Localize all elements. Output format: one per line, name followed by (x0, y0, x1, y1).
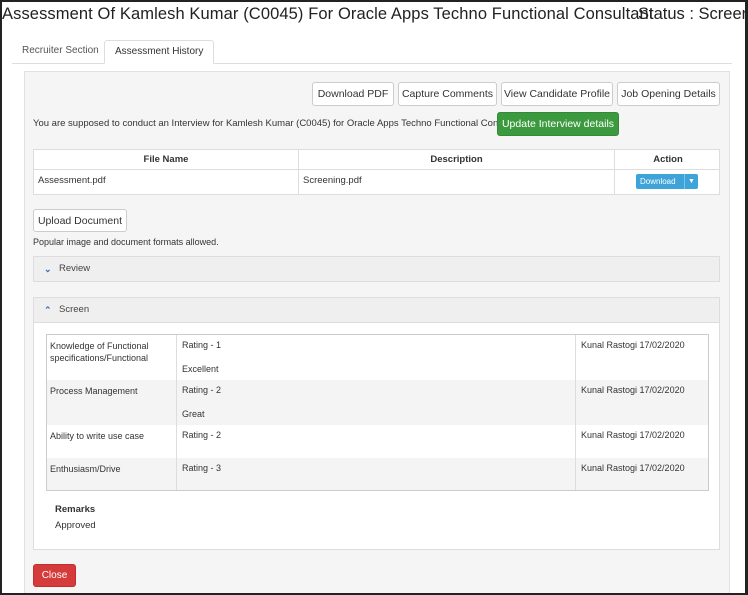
table-row: Ability to write use case Rating - 2 Kun… (47, 425, 708, 458)
rating-comment: Great (182, 409, 205, 419)
update-interview-details-button[interactable]: Update Interview details (497, 112, 619, 136)
reviewer-cell: Kunal Rastogi 17/02/2020 (576, 335, 710, 380)
review-section-label: Review (59, 263, 91, 274)
interview-info-text: You are supposed to conduct an Interview… (33, 118, 529, 129)
upload-format-note: Popular image and document formats allow… (33, 237, 219, 247)
table-row: Enthusiasm/Drive Rating - 3 Kunal Rastog… (47, 458, 708, 490)
rating-table: Knowledge of Functional specifications/F… (46, 334, 709, 491)
table-row: Process Management Rating - 2 Great Kuna… (47, 380, 708, 425)
assessment-panel: Download PDF Capture Comments View Candi… (24, 71, 730, 593)
rating-cell: Rating - 3 (177, 458, 576, 490)
file-table: File Name Description Action Assessment.… (33, 149, 720, 195)
upload-document-button[interactable]: Upload Document (33, 209, 127, 232)
caret-down-icon[interactable]: ▼ (684, 174, 698, 189)
rating-value: Rating - 1 (182, 340, 222, 350)
screen-section-body: Knowledge of Functional specifications/F… (33, 323, 720, 550)
download-dropdown-button[interactable]: Download ▼ (636, 174, 698, 189)
criterion-cell: Knowledge of Functional specifications/F… (47, 335, 177, 380)
column-header-action: Action (653, 154, 683, 165)
chevron-down-icon: ⌄ (44, 264, 52, 274)
tab-bar: Recruiter Section Assessment History (12, 40, 732, 64)
column-header-file-name: File Name (34, 150, 299, 169)
criterion: Process Management (50, 386, 138, 396)
remarks-value: Approved (55, 520, 96, 531)
description-cell: Screening.pdf (299, 170, 615, 194)
close-button[interactable]: Close (33, 564, 76, 587)
table-row: Knowledge of Functional specifications/F… (47, 335, 708, 380)
remarks-label: Remarks (55, 504, 96, 515)
chevron-up-icon: ⌃ (44, 305, 52, 315)
criterion: Knowledge of Functional specifications/F… (50, 341, 149, 363)
title-bar: Assessment Of Kamlesh Kumar (C0045) For … (2, 2, 745, 32)
reviewer-cell: Kunal Rastogi 17/02/2020 (576, 380, 710, 425)
rating-value: Rating - 2 (182, 385, 222, 395)
criterion-cell: Ability to write use case (47, 425, 177, 458)
review-section-header[interactable]: ⌄ Review (33, 256, 720, 282)
rating-value: Rating - 2 (182, 430, 222, 440)
reviewer-date: Kunal Rastogi 17/02/2020 (581, 340, 685, 350)
page-title: Assessment Of Kamlesh Kumar (C0045) For … (2, 5, 654, 23)
criterion: Enthusiasm/Drive (50, 464, 121, 474)
criterion-cell: Enthusiasm/Drive (47, 458, 177, 490)
file-description: Screening.pdf (303, 175, 362, 186)
rating-value: Rating - 3 (182, 463, 222, 473)
reviewer-cell: Kunal Rastogi 17/02/2020 (576, 458, 710, 490)
job-opening-details-button[interactable]: Job Opening Details (617, 82, 720, 106)
rating-comment: Excellent (182, 364, 219, 374)
rating-cell: Rating - 1 Excellent (177, 335, 576, 380)
tab-assessment-history[interactable]: Assessment History (104, 40, 215, 64)
column-header-description: Description (299, 150, 615, 169)
screen-section-label: Screen (59, 304, 90, 315)
file-table-header: File Name Description Action (34, 150, 719, 170)
reviewer-cell: Kunal Rastogi 17/02/2020 (576, 425, 710, 458)
status-label: Status : Screened (638, 5, 745, 23)
reviewer-date: Kunal Rastogi 17/02/2020 (581, 385, 685, 395)
download-label: Download (640, 177, 676, 186)
file-name: Assessment.pdf (38, 175, 106, 186)
table-row: Assessment.pdf Screening.pdf Download ▼ (34, 170, 719, 194)
rating-cell: Rating - 2 Great (177, 380, 576, 425)
criterion-cell: Process Management (47, 380, 177, 425)
download-pdf-button[interactable]: Download PDF (312, 82, 394, 106)
capture-comments-button[interactable]: Capture Comments (398, 82, 497, 106)
view-candidate-profile-button[interactable]: View Candidate Profile (501, 82, 613, 106)
rating-cell: Rating - 2 (177, 425, 576, 458)
file-name-cell: Assessment.pdf (34, 170, 299, 194)
reviewer-date: Kunal Rastogi 17/02/2020 (581, 430, 685, 440)
reviewer-date: Kunal Rastogi 17/02/2020 (581, 463, 685, 473)
criterion: Ability to write use case (50, 431, 145, 441)
assessment-window: Assessment Of Kamlesh Kumar (C0045) For … (0, 0, 748, 595)
tab-recruiter-section[interactable]: Recruiter Section (12, 40, 109, 64)
screen-section-header[interactable]: ⌃ Screen (33, 297, 720, 323)
action-cell: Download ▼ (615, 170, 721, 194)
